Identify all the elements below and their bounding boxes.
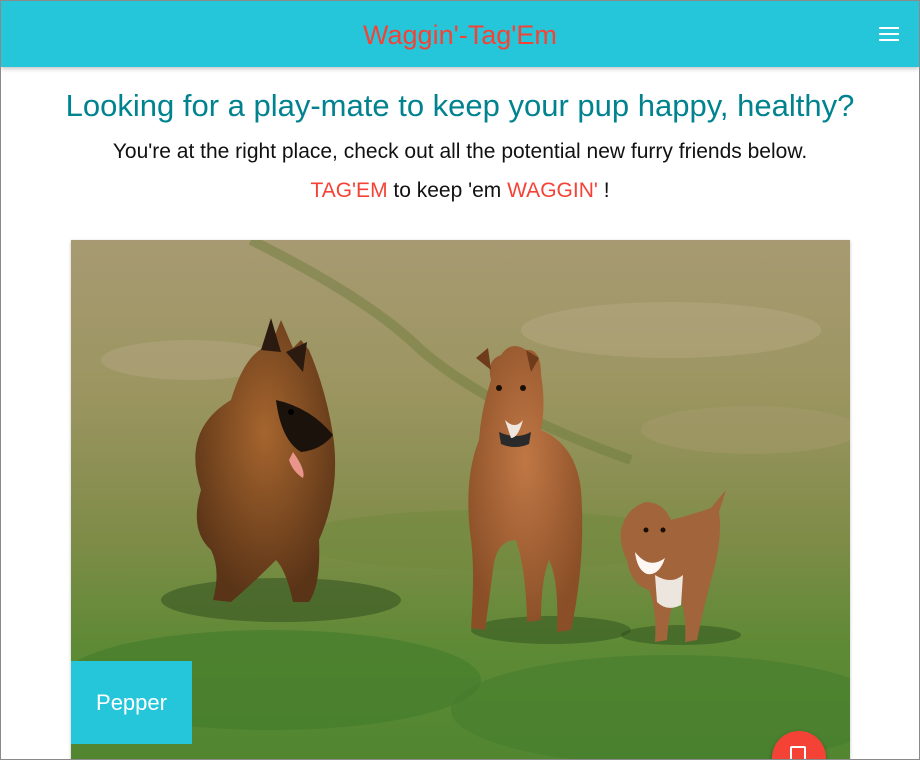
tagline-middle: to keep 'em <box>387 179 508 202</box>
brand-title[interactable]: Waggin'-Tag'Em <box>1 1 919 67</box>
tagline-end: ! <box>597 179 610 202</box>
top-navbar: Waggin'-Tag'Em <box>1 1 919 67</box>
card-icon <box>790 746 806 759</box>
app-window: Waggin'-Tag'Em Looking for a play-mate t… <box>0 0 920 760</box>
dog-name-badge[interactable]: Pepper <box>71 661 192 744</box>
tagline: TAG'EM to keep 'em WAGGIN' ! <box>1 178 919 204</box>
hamburger-menu-icon[interactable] <box>879 27 899 41</box>
page-subheading: You're at the right place, check out all… <box>112 140 808 163</box>
tagline-waggin: WAGGIN' <box>507 179 598 202</box>
tagline-tagem: TAG'EM <box>310 179 388 202</box>
dog-card[interactable]: Pepper <box>71 240 850 759</box>
page-headline: Looking for a play-mate to keep your pup… <box>65 88 855 123</box>
